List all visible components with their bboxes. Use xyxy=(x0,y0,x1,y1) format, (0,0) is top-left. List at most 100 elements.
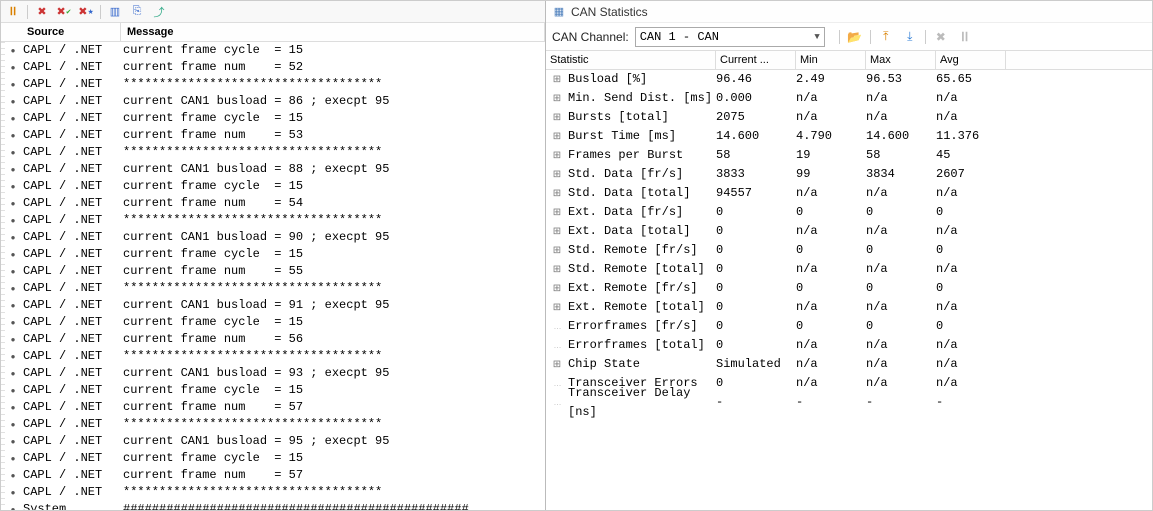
stat-avg: 0 xyxy=(936,203,1006,222)
expand-icon[interactable] xyxy=(546,222,568,241)
stat-max: n/a xyxy=(866,108,936,127)
log-row[interactable]: ●CAPL / .NET****************************… xyxy=(3,212,545,229)
expand-icon[interactable] xyxy=(546,89,568,108)
bullet-icon: ● xyxy=(3,280,23,297)
stat-avg: - xyxy=(936,393,1006,412)
expand-icon[interactable] xyxy=(546,260,568,279)
header-max[interactable]: Max xyxy=(866,51,936,69)
log-row[interactable]: ●CAPL / .NETcurrent frame num = 53 xyxy=(3,127,545,144)
expand-icon[interactable] xyxy=(546,279,568,298)
log-row[interactable]: ●CAPL / .NET****************************… xyxy=(3,348,545,365)
stats-body[interactable]: Busload [%]96.462.4996.5365.65Min. Send … xyxy=(546,70,1152,510)
log-row[interactable]: ●CAPL / .NETcurrent frame num = 54 xyxy=(3,195,545,212)
stat-name: Chip State xyxy=(568,355,716,374)
log-row[interactable]: ●CAPL / .NETcurrent frame num = 55 xyxy=(3,263,545,280)
log-row[interactable]: ●CAPL / .NETcurrent frame cycle = 15 xyxy=(3,246,545,263)
log-row[interactable]: ●CAPL / .NETcurrent CAN1 busload = 91 ; … xyxy=(3,297,545,314)
stat-row[interactable]: Errorframes [total]0n/an/an/a xyxy=(546,336,1152,355)
log-source: CAPL / .NET xyxy=(23,195,123,212)
stat-row[interactable]: Std. Remote [total]0n/an/an/a xyxy=(546,260,1152,279)
expand-icon[interactable] xyxy=(546,355,568,374)
expand-icon[interactable] xyxy=(546,165,568,184)
stat-row[interactable]: Ext. Data [total]0n/an/an/a xyxy=(546,222,1152,241)
stat-row[interactable]: Burst Time [ms]14.6004.79014.60011.376 xyxy=(546,127,1152,146)
expand-down-icon[interactable]: ⤓ xyxy=(901,28,919,46)
stat-name: Ext. Data [fr/s] xyxy=(568,203,716,222)
channel-select[interactable]: CAN 1 - CAN ▼ xyxy=(635,27,825,47)
bullet-icon: ● xyxy=(3,484,23,501)
log-row[interactable]: ●CAPL / .NET****************************… xyxy=(3,416,545,433)
stat-row[interactable]: Std. Remote [fr/s]0000 xyxy=(546,241,1152,260)
stat-row[interactable]: Errorframes [fr/s]0000 xyxy=(546,317,1152,336)
stat-row[interactable]: Chip StateSimulatedn/an/an/a xyxy=(546,355,1152,374)
stat-row[interactable]: Std. Data [total]94557n/an/an/a xyxy=(546,184,1152,203)
clear-icon[interactable]: ✖ xyxy=(34,4,50,20)
export-icon[interactable]: ⤴ xyxy=(151,4,167,20)
log-row[interactable]: ●CAPL / .NETcurrent CAN1 busload = 93 ; … xyxy=(3,365,545,382)
stat-name: Errorframes [fr/s] xyxy=(568,317,716,336)
stat-row[interactable]: Ext. Remote [total]0n/an/an/a xyxy=(546,298,1152,317)
log-row[interactable]: ●CAPL / .NET****************************… xyxy=(3,76,545,93)
stat-row[interactable]: Std. Data [fr/s]38339938342607 xyxy=(546,165,1152,184)
log-row[interactable]: ●CAPL / .NETcurrent frame cycle = 15 xyxy=(3,178,545,195)
pause-icon[interactable]: ⅠⅠ xyxy=(5,4,21,20)
stat-name: Busload [%] xyxy=(568,70,716,89)
expand-icon[interactable] xyxy=(546,241,568,260)
header-message[interactable]: Message xyxy=(121,23,545,41)
clear-all-icon[interactable]: ✖★ xyxy=(78,4,94,20)
header-source[interactable]: Source xyxy=(21,23,121,41)
log-row[interactable]: ●CAPL / .NETcurrent frame cycle = 15 xyxy=(3,110,545,127)
tree-leaf-icon xyxy=(546,393,568,412)
log-row[interactable]: ●CAPL / .NETcurrent frame cycle = 15 xyxy=(3,314,545,331)
header-avg[interactable]: Avg xyxy=(936,51,1006,69)
log-message: current frame cycle = 15 xyxy=(123,110,545,127)
collapse-up-icon[interactable]: ⤒ xyxy=(877,28,895,46)
expand-icon[interactable] xyxy=(546,203,568,222)
log-message: ************************************ xyxy=(123,280,545,297)
clear-checked-icon[interactable]: ✖✔ xyxy=(56,4,72,20)
stat-current: 96.46 xyxy=(716,70,796,89)
log-row[interactable]: ●CAPL / .NETcurrent frame num = 57 xyxy=(3,399,545,416)
expand-icon[interactable] xyxy=(546,108,568,127)
log-row[interactable]: ●CAPL / .NET****************************… xyxy=(3,280,545,297)
expand-icon[interactable] xyxy=(546,127,568,146)
header-statistic[interactable]: Statistic xyxy=(546,51,716,69)
columns-icon[interactable]: ▥ xyxy=(107,4,123,20)
stat-row[interactable]: Ext. Data [fr/s]0000 xyxy=(546,203,1152,222)
header-min[interactable]: Min xyxy=(796,51,866,69)
stat-row[interactable]: Frames per Burst58195845 xyxy=(546,146,1152,165)
expand-icon[interactable] xyxy=(546,70,568,89)
bullet-icon: ● xyxy=(3,433,23,450)
log-row[interactable]: ●CAPL / .NETcurrent frame cycle = 15 xyxy=(3,42,545,59)
stat-row[interactable]: Min. Send Dist. [ms]0.000n/an/an/a xyxy=(546,89,1152,108)
log-row[interactable]: ●CAPL / .NET****************************… xyxy=(3,144,545,161)
header-current[interactable]: Current ... xyxy=(716,51,796,69)
log-row[interactable]: ●CAPL / .NETcurrent frame cycle = 15 xyxy=(3,382,545,399)
stat-avg: n/a xyxy=(936,260,1006,279)
log-row[interactable]: ●CAPL / .NET****************************… xyxy=(3,484,545,501)
log-row[interactable]: ●CAPL / .NETcurrent CAN1 busload = 86 ; … xyxy=(3,93,545,110)
log-row[interactable]: ●CAPL / .NETcurrent frame num = 57 xyxy=(3,467,545,484)
log-body[interactable]: ●CAPL / .NETcurrent frame cycle = 15●CAP… xyxy=(1,42,545,510)
stat-row[interactable]: Transceiver Delay [ns]---- xyxy=(546,393,1152,412)
log-row[interactable]: ●CAPL / .NETcurrent CAN1 busload = 88 ; … xyxy=(3,161,545,178)
log-source: CAPL / .NET xyxy=(23,382,123,399)
log-row[interactable]: ●CAPL / .NETcurrent CAN1 busload = 90 ; … xyxy=(3,229,545,246)
stat-max: 58 xyxy=(866,146,936,165)
log-row[interactable]: ●CAPL / .NETcurrent CAN1 busload = 95 ; … xyxy=(3,433,545,450)
stat-row[interactable]: Ext. Remote [fr/s]0000 xyxy=(546,279,1152,298)
log-row[interactable]: ●CAPL / .NETcurrent frame num = 52 xyxy=(3,59,545,76)
log-row[interactable]: ●CAPL / .NETcurrent frame cycle = 15 xyxy=(3,450,545,467)
expand-icon[interactable] xyxy=(546,184,568,203)
copy-icon[interactable]: ⎘ xyxy=(129,4,145,20)
expand-icon[interactable] xyxy=(546,298,568,317)
log-row[interactable]: ●CAPL / .NETcurrent frame num = 56 xyxy=(3,331,545,348)
expand-icon[interactable] xyxy=(546,146,568,165)
stat-row[interactable]: Bursts [total]2075n/an/an/a xyxy=(546,108,1152,127)
stat-name: Bursts [total] xyxy=(568,108,716,127)
folder-open-icon[interactable]: 📂 xyxy=(846,28,864,46)
log-row[interactable]: ●System#################################… xyxy=(3,501,545,510)
stat-row[interactable]: Busload [%]96.462.4996.5365.65 xyxy=(546,70,1152,89)
bullet-icon: ● xyxy=(3,382,23,399)
bullet-icon: ● xyxy=(3,467,23,484)
